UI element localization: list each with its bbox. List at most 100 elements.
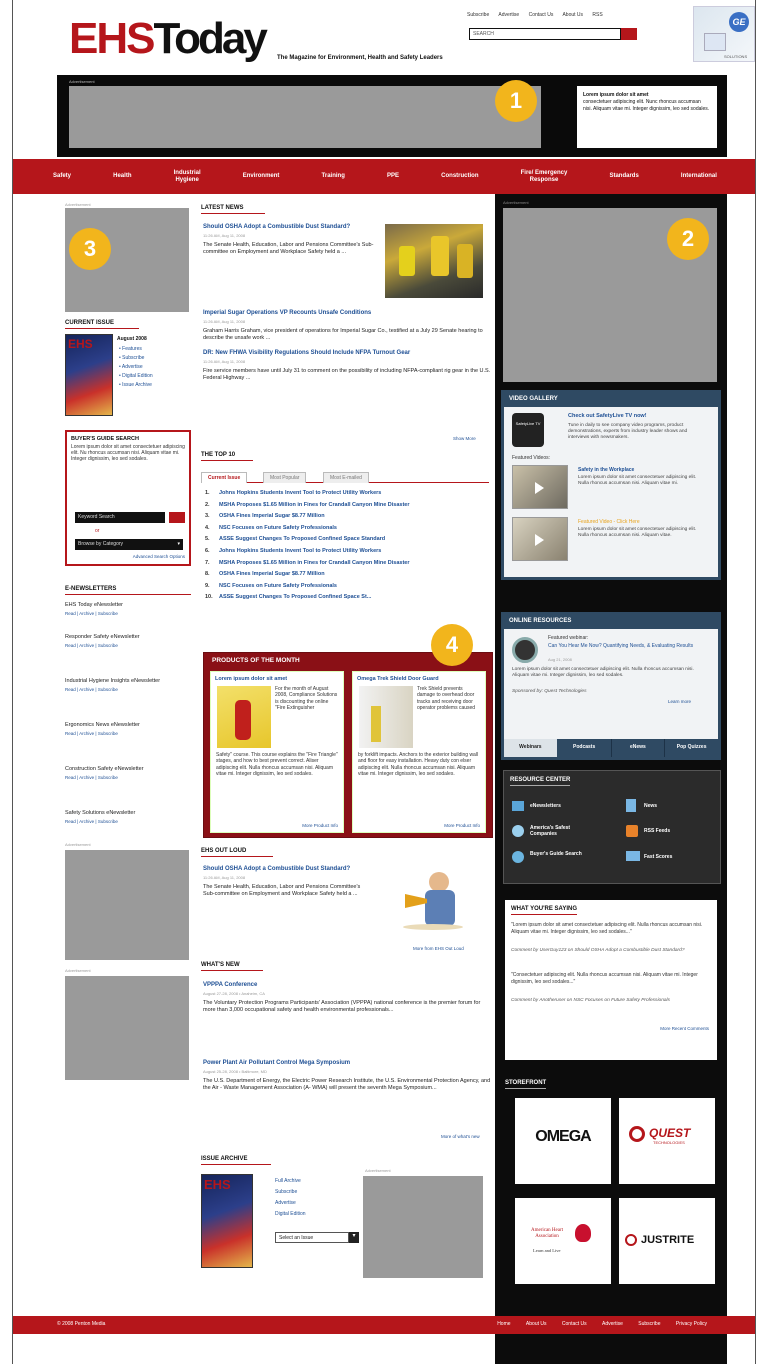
left-ad-placeholder[interactable] — [65, 976, 189, 1080]
story-title[interactable]: Should OSHA Adopt a Combustible Dust Sta… — [203, 224, 375, 232]
nav-standards[interactable]: Standards — [609, 173, 638, 180]
list-item[interactable]: 6. Johns Hopkins Students Invent Tool to … — [205, 548, 495, 560]
issue-link-advertise[interactable]: • Advertise — [119, 363, 153, 372]
nav-training[interactable]: Training — [322, 173, 345, 180]
chevron-down-icon[interactable]: ▾ — [349, 1232, 359, 1243]
footer-link-home[interactable]: Home — [497, 1321, 510, 1327]
resource-link-safest[interactable]: America's Safest Companies — [530, 825, 588, 837]
newsletter-links[interactable]: Read | Archive | Subscribe — [65, 643, 191, 648]
nav-international[interactable]: International — [681, 173, 717, 180]
newsletter-links[interactable]: Read | Archive | Subscribe — [65, 819, 191, 824]
archive-ad-placeholder[interactable] — [363, 1176, 483, 1278]
comment-byline[interactable]: Comment by UserGuy123 on Should OSHA Ado… — [511, 948, 709, 954]
store-quest[interactable]: QUEST TECHNOLOGIES — [619, 1098, 715, 1184]
show-more-link[interactable]: Show More — [453, 436, 476, 441]
list-item[interactable]: 10. ASSE Suggest Changes To Proposed Conf… — [205, 594, 495, 606]
newsletter-name[interactable]: Industrial Hygiene Insights eNewsletter — [65, 678, 191, 685]
comment-byline[interactable]: Comment by Anotheruser on NSC Focuses on… — [511, 998, 709, 1004]
event-title[interactable]: Power Plant Air Pollutant Control Mega S… — [203, 1060, 491, 1068]
nav-construction[interactable]: Construction — [441, 173, 478, 180]
newsletter-links[interactable]: Read | Archive | Subscribe — [65, 731, 191, 736]
tv-icon[interactable]: SafetyLive TV — [512, 413, 544, 447]
site-logo[interactable]: EHSToday — [69, 14, 268, 63]
category-select[interactable]: Browse by Category ▾ — [75, 539, 183, 550]
archive-magazine-cover[interactable]: EHS — [201, 1174, 253, 1268]
list-item[interactable]: 5. ASSE Suggest Changes To Proposed Confi… — [205, 536, 495, 548]
list-item[interactable]: 4. NSC Focuses on Future Safety Professio… — [205, 525, 495, 537]
top-link-rss[interactable]: RSS — [592, 12, 602, 18]
resource-link-fast-scores[interactable]: Fast Scores — [644, 854, 672, 860]
more-product-info-link[interactable]: More Product Info — [444, 823, 480, 828]
issue-link-subscribe[interactable]: • Subscribe — [119, 354, 153, 363]
ad-banner-placeholder[interactable] — [69, 86, 541, 148]
issue-select[interactable]: Select an Issue — [275, 1232, 349, 1243]
top-link-contact[interactable]: Contact Us — [529, 12, 554, 18]
issue-link-digital[interactable]: • Digital Edition — [119, 372, 153, 381]
tab-podcasts[interactable]: Podcasts — [557, 739, 612, 757]
footer-link-contact[interactable]: Contact Us — [562, 1321, 587, 1327]
product-card[interactable]: Omega Trek Shield Door Guard Trek Shield… — [352, 671, 486, 833]
tab-most-emailed[interactable]: Most E-mailed — [323, 472, 369, 483]
list-item[interactable]: 8. OSHA Fines Imperial Sugar $8.77 Millio… — [205, 571, 495, 583]
store-justrite[interactable]: JUSTRITE — [619, 1198, 715, 1284]
newsletter-links[interactable]: Read | Archive | Subscribe — [65, 611, 191, 616]
archive-link-subscribe[interactable]: Subscribe — [275, 1187, 306, 1198]
more-comments-link[interactable]: More Recent Comments — [660, 1026, 709, 1031]
magazine-cover[interactable]: EHS — [65, 334, 113, 416]
story-title[interactable]: Should OSHA Adopt a Combustible Dust Sta… — [203, 866, 373, 874]
resource-link-rss[interactable]: RSS Feeds — [644, 828, 670, 834]
video-thumbnail[interactable] — [512, 517, 568, 561]
issue-link-features[interactable]: • Features — [119, 345, 153, 354]
search-input[interactable]: SEARCH — [469, 28, 621, 40]
top-link-advertise[interactable]: Advertise — [498, 12, 519, 18]
newsletter-name[interactable]: Safety Solutions eNewsletter — [65, 810, 191, 817]
story-photo[interactable] — [385, 224, 483, 298]
issue-link-archive[interactable]: • Issue Archive — [119, 381, 153, 390]
learn-more-link[interactable]: Learn more — [668, 699, 691, 704]
nav-environment[interactable]: Environment — [243, 173, 280, 180]
nav-safety[interactable]: Safety — [53, 173, 71, 180]
video-feature-title[interactable]: Check out SafetyLive TV now! — [568, 413, 708, 419]
left-ad-placeholder[interactable] — [65, 850, 189, 960]
product-card[interactable]: Lorem ipsum dolor sit amet For the month… — [210, 671, 344, 833]
more-whats-new-link[interactable]: More of what's new — [441, 1134, 480, 1139]
video-item-title[interactable]: Featured Video - Click Here — [578, 519, 640, 525]
footer-link-about[interactable]: About Us — [526, 1321, 547, 1327]
nav-fire-emergency[interactable]: Fire/ Emergency Response — [521, 170, 568, 184]
keyword-search-button[interactable] — [169, 512, 185, 523]
nav-health[interactable]: Health — [113, 173, 131, 180]
resource-link-news[interactable]: News — [644, 803, 657, 809]
video-item-title[interactable]: Safety in the Workplace — [578, 467, 634, 473]
list-item[interactable]: 9. NSC Focuses on Future Safety Professio… — [205, 583, 495, 595]
list-item[interactable]: 2. MSHA Proposes $1.65 Million in Fines f… — [205, 502, 495, 514]
tab-enews[interactable]: eNews — [611, 739, 666, 757]
nav-ppe[interactable]: PPE — [387, 173, 399, 180]
list-item[interactable]: 7. MSHA Proposes $1.65 Million in Fines f… — [205, 560, 495, 572]
resource-link-enewsletters[interactable]: eNewsletters — [530, 803, 561, 809]
store-omega[interactable]: OMEGA — [515, 1098, 611, 1184]
tab-pop-quizzes[interactable]: Pop Quizzes — [665, 739, 718, 757]
tab-most-popular[interactable]: Most Popular — [263, 472, 307, 483]
video-thumbnail[interactable] — [512, 465, 568, 509]
search-button[interactable] — [621, 28, 637, 40]
event-title[interactable]: VPPPA Conference — [203, 982, 491, 990]
nav-industrial-hygiene[interactable]: Industrial Hygiene — [174, 170, 201, 184]
ad-text-box[interactable]: Lorem ipsum dolor sit amet consectetuer … — [577, 86, 717, 148]
store-aha[interactable]: American Heart Association Learn and Liv… — [515, 1198, 611, 1284]
footer-link-subscribe[interactable]: Subscribe — [638, 1321, 660, 1327]
advanced-search-link[interactable]: Advanced Search Options — [133, 554, 185, 559]
tab-current-issue[interactable]: Current Issue — [201, 472, 248, 483]
list-item[interactable]: 3. OSHA Fines Imperial Sugar $8.77 Millio… — [205, 513, 495, 525]
story-title[interactable]: DR: New FHWA Visibility Regulations Shou… — [203, 350, 491, 358]
top-link-subscribe[interactable]: Subscribe — [467, 12, 489, 18]
newsletter-links[interactable]: Read | Archive | Subscribe — [65, 775, 191, 780]
tab-webinars[interactable]: Webinars — [504, 739, 558, 757]
product-title[interactable]: Lorem ipsum dolor sit amet — [215, 676, 339, 682]
story-title[interactable]: Imperial Sugar Operations VP Recounts Un… — [203, 310, 491, 318]
archive-link-advertise[interactable]: Advertise — [275, 1198, 306, 1209]
footer-link-privacy[interactable]: Privacy Policy — [676, 1321, 707, 1327]
newsletter-name[interactable]: EHS Today eNewsletter — [65, 602, 191, 609]
more-product-info-link[interactable]: More Product Info — [302, 823, 338, 828]
newsletter-name[interactable]: Construction Safety eNewsletter — [65, 766, 191, 773]
newsletter-name[interactable]: Responder Safety eNewsletter — [65, 634, 191, 641]
